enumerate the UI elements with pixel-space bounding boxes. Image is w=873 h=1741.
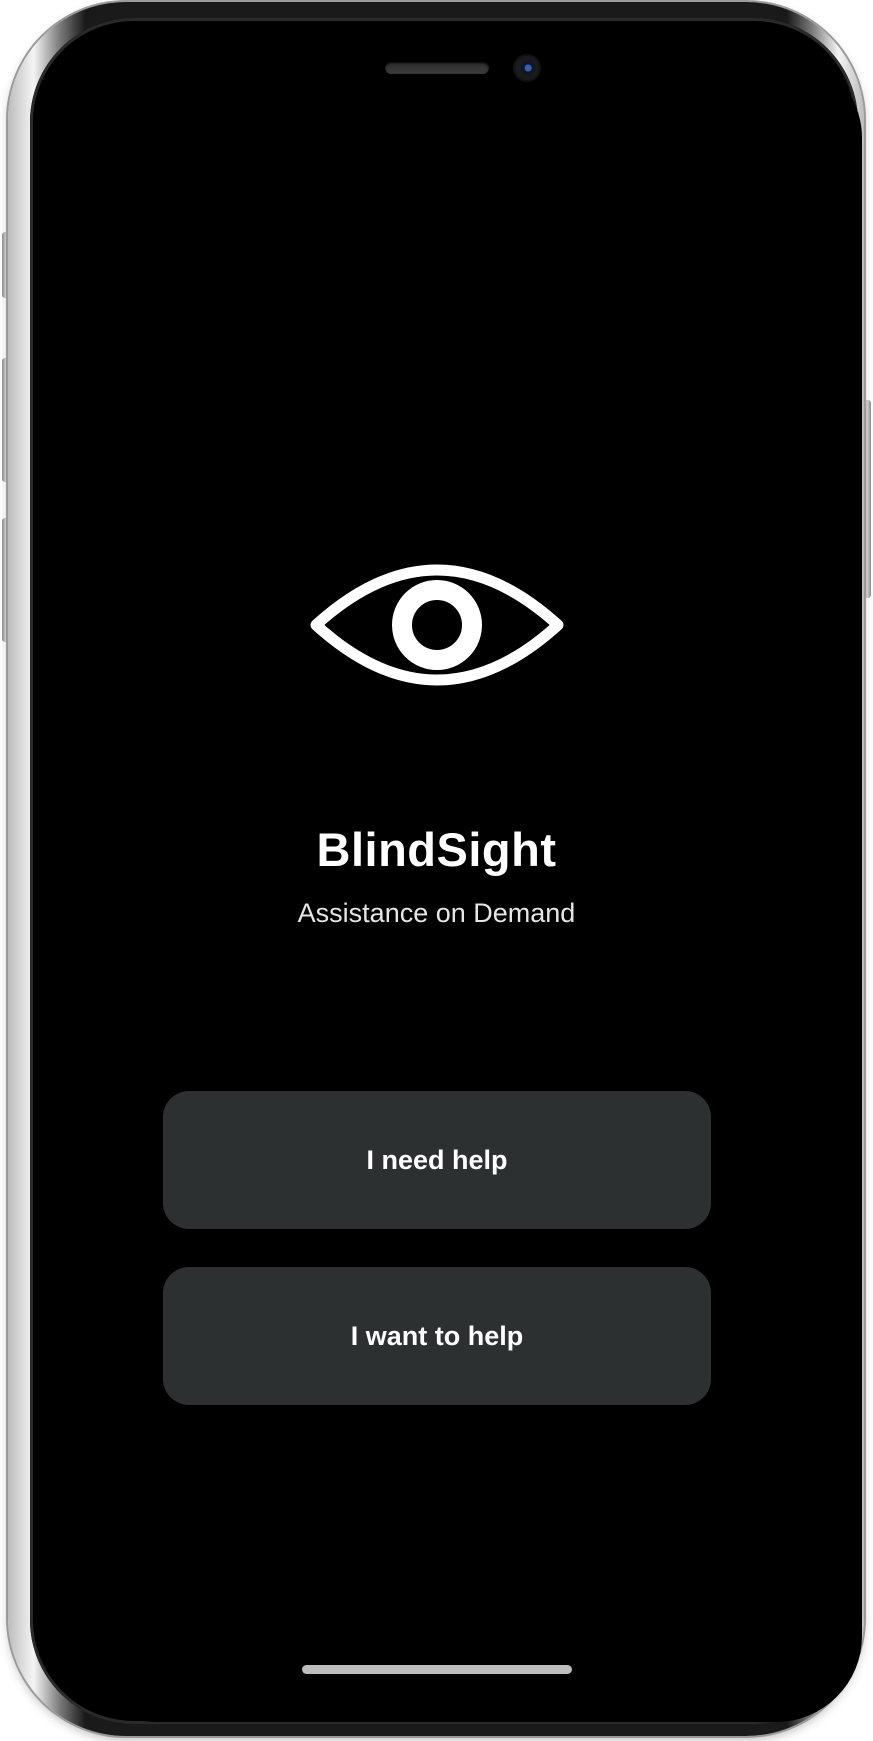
need-help-button[interactable]: I need help [163, 1091, 711, 1229]
home-indicator[interactable] [302, 1665, 572, 1674]
phone-screen [70, 52, 862, 1722]
app-title: BlindSight [316, 823, 557, 876]
want-to-help-button[interactable]: I want to help [163, 1267, 711, 1405]
earpiece-speaker [385, 62, 489, 74]
app-subtitle: Assistance on Demand [297, 898, 576, 928]
front-camera [515, 56, 539, 80]
power-button [863, 400, 871, 598]
device-mockup: BlindSight Assistance on Demand I need h… [0, 0, 873, 1741]
eye-icon [310, 564, 564, 686]
